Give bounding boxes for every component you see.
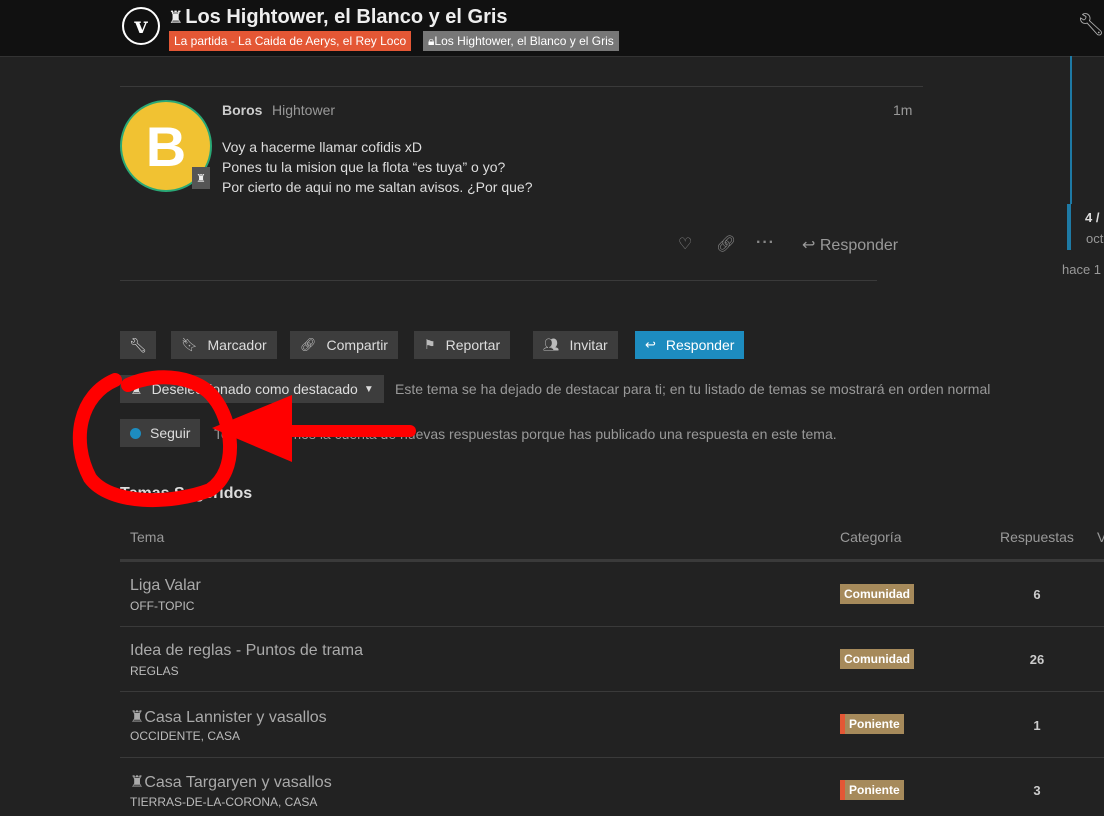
logo-letter: v: [124, 9, 158, 43]
user-flair-icon: ♜: [192, 167, 210, 189]
category-badge[interactable]: La partida - La Caida de Aerys, el Rey L…: [169, 31, 412, 51]
topic-title[interactable]: ♜ Los Hightower, el Blanco y el Gris: [168, 6, 508, 29]
admin-wrench-icon[interactable]: 🔧︎: [1077, 12, 1104, 38]
pinned-rook-icon: ♜: [130, 774, 145, 791]
column-topic[interactable]: Tema: [130, 529, 164, 545]
column-views[interactable]: V: [1097, 529, 1104, 545]
post-reply-button[interactable]: ↩ Responder: [802, 235, 898, 255]
table-row-tags[interactable]: OFF-TOPIC: [130, 599, 194, 613]
table-row-replies: 26: [1029, 652, 1045, 667]
invite-button[interactable]: 👥︎ Invitar: [533, 331, 618, 359]
caret-down-icon: ▼: [363, 383, 374, 395]
subcategory-badge[interactable]: 🔒︎Los Hightower, el Blanco y el Gris: [423, 31, 619, 51]
invite-label: Invitar: [569, 337, 608, 353]
table-row-tags[interactable]: TIERRAS-DE-LA-CORONA, CASA: [130, 795, 317, 809]
suggested-topics-heading: Temas Sugeridos: [120, 485, 253, 502]
row-divider: [120, 626, 1104, 627]
post-divider-bottom: [120, 280, 877, 281]
post-line: Pones tu la mision que la flota “es tuya…: [222, 159, 506, 175]
table-row-title-text: Casa Targaryen y vasallos: [144, 774, 332, 791]
post-reply-label: Responder: [819, 237, 899, 254]
users-icon: 👥︎: [543, 337, 560, 352]
post-age[interactable]: 1m: [893, 102, 912, 118]
link-icon: 🔗︎: [300, 337, 317, 352]
subcategory-label: Los Hightower, el Blanco y el Gris: [434, 34, 614, 48]
notifications-button[interactable]: Seguir: [120, 419, 201, 447]
topic-title-text: Los Hightower, el Blanco y el Gris: [185, 6, 508, 28]
flag-icon: ⚑: [424, 337, 436, 352]
site-header: v ♜ Los Hightower, el Blanco y el Gris La…: [0, 0, 1104, 57]
row-divider: [120, 757, 1104, 758]
post-username[interactable]: Boros: [222, 102, 262, 118]
post-divider-top: [120, 86, 923, 87]
timeline-handle[interactable]: [1067, 204, 1071, 250]
bookmark-icon: 🔖︎: [181, 337, 198, 352]
table-row-tags[interactable]: OCCIDENTE, CASA: [130, 729, 240, 743]
table-row-title[interactable]: ♜Casa Lannister y vasallos: [130, 707, 327, 727]
reply-label: Responder: [665, 337, 735, 353]
table-row-replies: 3: [1033, 783, 1041, 798]
reply-button[interactable]: ↩ Responder: [635, 331, 745, 359]
more-actions-icon[interactable]: ···: [756, 234, 775, 252]
bookmark-button[interactable]: 🔖︎ Marcador: [171, 331, 277, 359]
pin-description: Este tema se ha dejado de destacar para …: [395, 381, 991, 397]
timeline-position: 4 /: [1085, 210, 1100, 225]
column-category[interactable]: Categoría: [840, 529, 901, 545]
reply-arrow-icon: ↩: [645, 337, 656, 352]
wrench-icon: 🔧︎: [129, 336, 147, 353]
post-line: Voy a hacerme llamar cofidis xD: [222, 139, 422, 155]
table-row-category[interactable]: Poniente: [840, 714, 904, 734]
rook-icon: ♜: [130, 380, 143, 397]
share-link-icon[interactable]: 🔗︎: [716, 234, 736, 254]
share-label: Compartir: [326, 337, 388, 353]
post-line: Por cierto de aqui no me saltan avisos. …: [222, 179, 533, 195]
table-row-tags[interactable]: REGLAS: [130, 664, 179, 678]
table-row-category[interactable]: Comunidad: [840, 584, 914, 604]
table-header-divider: [120, 559, 1104, 562]
site-logo[interactable]: v: [120, 5, 162, 47]
flag-label: Reportar: [445, 337, 501, 353]
pinned-rook-icon: ♜: [130, 709, 145, 726]
table-row-title[interactable]: Idea de reglas - Puntos de trama: [130, 642, 363, 660]
like-heart-icon[interactable]: ♡: [678, 234, 692, 254]
flag-button[interactable]: ⚑ Reportar: [414, 331, 511, 359]
timeline-track[interactable]: [1070, 56, 1072, 204]
table-row-replies: 6: [1033, 587, 1041, 602]
tracking-dot-icon: [130, 427, 141, 439]
pinned-rook-icon: ♜: [168, 8, 184, 27]
post-user-title: Hightower: [272, 102, 336, 118]
admin-wrench-button[interactable]: 🔧︎: [120, 331, 156, 359]
timeline-ago[interactable]: hace 1: [1062, 262, 1101, 277]
bookmark-label: Marcador: [207, 337, 267, 353]
notifications-label: Seguir: [150, 425, 191, 441]
table-row-title[interactable]: Liga Valar: [130, 577, 201, 595]
pin-dropdown-button[interactable]: ♜ Deseleccionado como destacado ▼: [120, 375, 384, 403]
table-row-title[interactable]: ♜Casa Targaryen y vasallos: [130, 772, 332, 792]
table-row-replies: 1: [1033, 718, 1041, 733]
pin-label: Deseleccionado como destacado: [151, 381, 358, 397]
notifications-description: Te notificaremos la cuenta de nuevas res…: [214, 426, 837, 442]
table-row-category[interactable]: Poniente: [840, 780, 904, 800]
table-row-category[interactable]: Comunidad: [840, 649, 914, 669]
timeline-date: oct: [1086, 231, 1104, 246]
post-body: Voy a hacerme llamar cofidis xD Pones tu…: [222, 137, 533, 197]
reply-arrow-icon: ↩: [802, 237, 816, 254]
share-button[interactable]: 🔗︎ Compartir: [290, 331, 398, 359]
column-replies[interactable]: Respuestas: [1000, 529, 1074, 545]
table-row-title-text: Casa Lannister y vasallos: [144, 709, 327, 726]
row-divider: [120, 691, 1104, 692]
